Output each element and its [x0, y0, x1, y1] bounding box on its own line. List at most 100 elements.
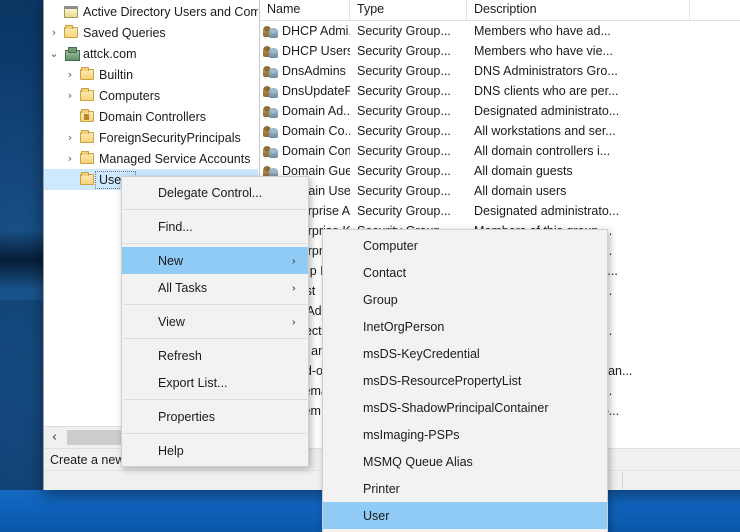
expander-icon[interactable]: › — [62, 153, 78, 164]
tree-item-label: Managed Service Accounts — [99, 151, 251, 166]
menu-item-find[interactable]: Find... — [122, 213, 308, 240]
folder-dc-icon-glyph — [80, 109, 94, 122]
table-row[interactable]: DnsAdmins Security Group... DNS Administra… — [260, 61, 740, 81]
cell-name-text: DHCP Admi... — [282, 24, 350, 38]
menu-separator — [123, 209, 307, 210]
new-submenu-item-msimaging-psps[interactable]: msImaging-PSPs — [323, 421, 607, 448]
table-row[interactable]: Enterprise A...Security Group...Designat… — [260, 201, 740, 221]
new-submenu-item-contact[interactable]: Contact — [323, 259, 607, 286]
cell-description: All domain guests — [474, 164, 573, 178]
expander-icon[interactable]: › — [62, 69, 78, 80]
menu-item-view[interactable]: View › — [122, 308, 308, 335]
new-submenu-item-label: msDS-KeyCredential — [363, 346, 480, 361]
menu-item-delegate-control[interactable]: Delegate Control... — [122, 179, 308, 206]
cell-type: Security Group... — [357, 64, 451, 78]
new-submenu-item-printer[interactable]: Printer — [323, 475, 607, 502]
folder-icon — [78, 88, 96, 101]
new-submenu-item-msds-keycredential[interactable]: msDS-KeyCredential — [323, 340, 607, 367]
table-row[interactable]: Domain Ad... Security Group... Designated … — [260, 101, 740, 121]
tree-item-label: Builtin — [99, 67, 134, 82]
scroll-left-icon[interactable]: ‹ — [44, 427, 65, 448]
menu-item-all-tasks[interactable]: All Tasks › — [122, 274, 308, 301]
menu-item-properties[interactable]: Properties — [122, 403, 308, 430]
security-group-icon — [263, 84, 279, 98]
cell-description: Members who have vie... — [474, 44, 613, 58]
folder-icon — [78, 151, 96, 164]
folder-icon-glyph — [80, 130, 94, 143]
security-group-icon — [263, 144, 279, 158]
new-submenu-item-msds-resourcepropertylist[interactable]: msDS-ResourcePropertyList — [323, 367, 607, 394]
new-submenu-item-label: User — [363, 508, 390, 523]
tree-item-managed-service-accounts[interactable]: › Managed Service Accounts — [44, 148, 258, 169]
tree-item-attck-com[interactable]: ⌄ attck.com — [44, 43, 258, 64]
cell-description: Designated administrato... — [474, 204, 620, 218]
cell-name: DnsUpdateP... — [260, 84, 350, 98]
cell-description: DNS clients who are per... — [474, 84, 619, 98]
listview-header[interactable]: Name Type Description — [260, 0, 740, 21]
menu-item-label: New — [158, 253, 184, 268]
new-submenu-item-msds-shadowprincipalcontainer[interactable]: msDS-ShadowPrincipalContainer — [323, 394, 607, 421]
tree-item-builtin[interactable]: › Builtin — [44, 64, 258, 85]
menu-item-label: Delegate Control... — [158, 185, 263, 200]
cell-name: DHCP Users — [260, 44, 350, 58]
table-row[interactable]: DHCP Admi... Security Group... Members who… — [260, 21, 740, 41]
tree-item-saved-queries[interactable]: › Saved Queries — [44, 22, 258, 43]
column-header-type[interactable]: Type — [350, 0, 467, 20]
security-group-icon — [263, 24, 279, 38]
new-submenu-item-label: Printer — [363, 481, 400, 496]
console-icon — [62, 5, 80, 18]
new-submenu-item-computer[interactable]: Computer — [323, 232, 607, 259]
expander-icon[interactable]: › — [46, 27, 62, 38]
menu-item-refresh[interactable]: Refresh — [122, 342, 308, 369]
table-row[interactable]: Domain Gue...Security Group...All domain… — [260, 161, 740, 181]
table-row[interactable]: Domain UsersSecurity Group...All domain … — [260, 181, 740, 201]
new-submenu[interactable]: Computer Contact Group InetOrgPerson msDS-Ke… — [322, 229, 608, 532]
tree-item-active-directory-users-and-com[interactable]: Active Directory Users and Com — [44, 1, 258, 22]
tree-item-label: attck.com — [83, 46, 137, 61]
context-menu[interactable]: Delegate Control... Find... New › All Tasks ›… — [121, 176, 309, 467]
cell-description: Designated administrato... — [474, 104, 620, 118]
table-row[interactable]: DHCP Users Security Group... Members who h… — [260, 41, 740, 61]
cell-description: All domain users — [474, 184, 567, 198]
menu-item-label: Properties — [158, 409, 215, 424]
cell-name-text: DHCP Users — [282, 44, 350, 58]
folder-dc-icon — [78, 109, 96, 122]
menu-item-label: Find... — [158, 219, 193, 234]
column-header-name[interactable]: Name — [260, 0, 350, 20]
tree-item-label: Domain Controllers — [99, 109, 206, 124]
menu-item-help[interactable]: Help — [122, 437, 308, 464]
table-row[interactable]: Domain Con... Security Group... All domain… — [260, 141, 740, 161]
folder-icon-glyph — [80, 88, 94, 101]
cell-type: Security Group... — [357, 44, 451, 58]
menu-separator — [123, 399, 307, 400]
new-submenu-item-msmq-queue-alias[interactable]: MSMQ Queue Alias — [323, 448, 607, 475]
table-row[interactable]: Domain Co... Security Group... All worksta… — [260, 121, 740, 141]
table-row[interactable]: DnsUpdateP... Security Group... DNS client… — [260, 81, 740, 101]
expander-icon[interactable]: ⌄ — [46, 48, 62, 59]
expander-icon[interactable]: › — [62, 90, 78, 101]
tree-item-domain-controllers[interactable]: Domain Controllers — [44, 106, 258, 127]
new-submenu-item-label: Contact — [363, 265, 407, 280]
column-header-description[interactable]: Description — [467, 0, 690, 20]
security-group-icon — [263, 64, 279, 78]
menu-separator — [123, 338, 307, 339]
tree-item-computers[interactable]: › Computers — [44, 85, 258, 106]
security-group-icon — [263, 104, 279, 118]
menu-item-export-list[interactable]: Export List... — [122, 369, 308, 396]
new-submenu-item-label: msDS-ResourcePropertyList — [363, 373, 522, 388]
new-submenu-item-inetorgperson[interactable]: InetOrgPerson — [323, 313, 607, 340]
cell-name: DnsAdmins — [260, 64, 350, 78]
tree-item-foreignsecurityprincipals[interactable]: › ForeignSecurityPrincipals — [44, 127, 258, 148]
new-submenu-item-group[interactable]: Group — [323, 286, 607, 313]
cell-name-text: DnsAdmins — [282, 64, 346, 78]
cell-name: Domain Ad... — [260, 104, 350, 118]
menu-item-label: View — [158, 314, 185, 329]
cell-type: Security Group... — [357, 204, 451, 218]
cell-type: Security Group... — [357, 84, 451, 98]
status-divider-2 — [622, 472, 623, 490]
tree-item-label: Computers — [99, 88, 161, 103]
expander-icon[interactable]: › — [62, 132, 78, 143]
new-submenu-item-user[interactable]: User — [323, 502, 607, 529]
cell-type: Security Group... — [357, 24, 451, 38]
menu-item-new[interactable]: New › — [122, 247, 308, 274]
